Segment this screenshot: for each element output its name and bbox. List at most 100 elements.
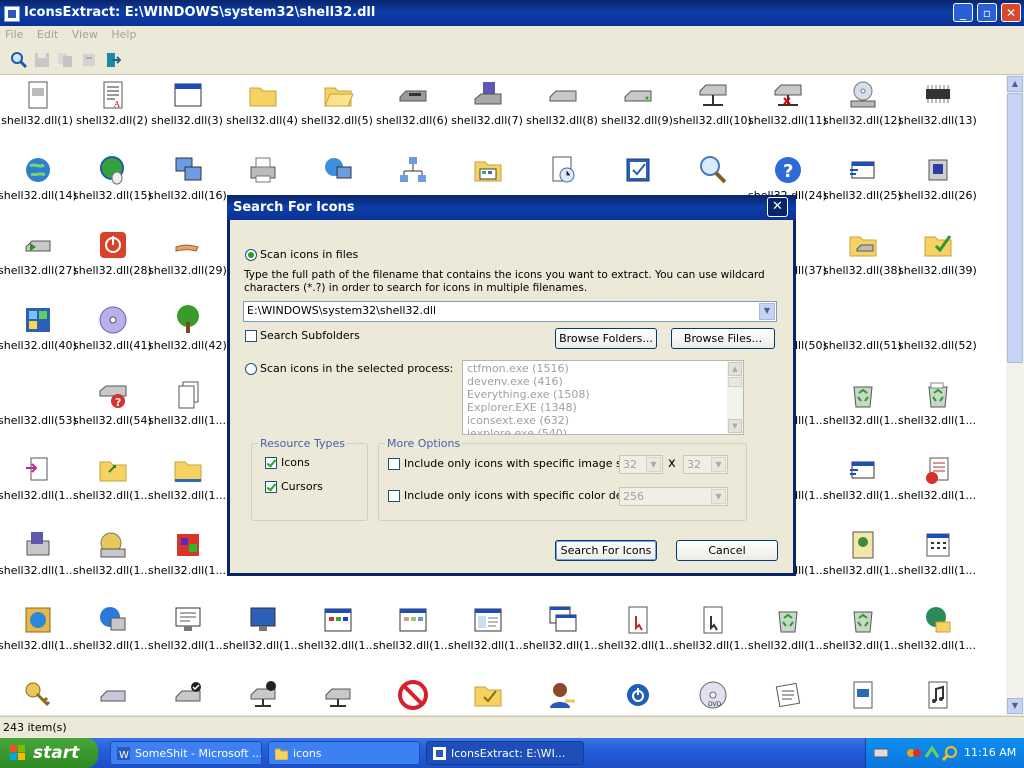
menu-file[interactable]: File: [0, 26, 28, 41]
list-item[interactable]: shell32.dll(1...: [823, 450, 901, 510]
list-item[interactable]: shell32.dll(8): [525, 75, 599, 135]
menu-view[interactable]: View: [67, 26, 103, 41]
cursors-checkbox[interactable]: [265, 481, 277, 493]
list-item[interactable]: shell32.dll(25): [823, 150, 901, 210]
list-item[interactable]: shell32.dll(53): [0, 375, 76, 435]
list-item[interactable]: shell32.dll(1...: [898, 375, 976, 435]
list-item[interactable]: [150, 675, 224, 715]
list-item[interactable]: shell32.dll(9): [600, 75, 674, 135]
taskbar-item-iconsextract[interactable]: IconsExtract: E:\WI...: [426, 741, 584, 765]
list-item[interactable]: shell32.dll(14): [0, 150, 76, 210]
list-item[interactable]: shell32.dll(1...: [673, 600, 751, 660]
list-item[interactable]: [300, 675, 374, 715]
list-item[interactable]: Ashell32.dll(2): [75, 75, 149, 135]
list-item[interactable]: shell32.dll(1...: [73, 600, 151, 660]
list-item[interactable]: shell32.dll(1...: [373, 600, 451, 660]
tray-search-icon[interactable]: [942, 745, 958, 761]
scroll-thumb[interactable]: [1007, 93, 1023, 363]
list-item[interactable]: shell32.dll(13): [898, 75, 976, 135]
list-item[interactable]: [900, 675, 974, 715]
list-item[interactable]: shell32.dll(3): [150, 75, 224, 135]
scroll-up-icon[interactable]: ▲: [728, 362, 742, 376]
list-item[interactable]: [450, 675, 524, 715]
list-item[interactable]: shell32.dll(26): [898, 150, 976, 210]
list-item[interactable]: Everything.exe (1508): [467, 388, 590, 401]
search-subfolders-checkbox[interactable]: [245, 330, 257, 342]
image-width-select[interactable]: 32 ▼: [619, 455, 663, 474]
list-item[interactable]: shell32.dll(16): [148, 150, 226, 210]
list-item[interactable]: shell32.dll(1...: [823, 375, 901, 435]
keyboard-icon[interactable]: [874, 746, 888, 760]
list-item[interactable]: [225, 675, 299, 715]
list-item[interactable]: shell32.dll(12): [823, 75, 901, 135]
taskbar-item-icons[interactable]: icons: [268, 741, 420, 765]
list-item[interactable]: shell32.dll(7): [450, 75, 524, 135]
scroll-up-icon[interactable]: ▲: [1007, 76, 1023, 92]
list-item[interactable]: shell32.dll(41): [73, 300, 151, 360]
list-item[interactable]: iexplore.exe (540): [467, 427, 567, 434]
properties-icon[interactable]: [80, 51, 98, 69]
list-item[interactable]: shell32.dll(1...: [0, 600, 76, 660]
menu-edit[interactable]: Edit: [32, 26, 63, 41]
network-tray-icon[interactable]: [924, 745, 940, 761]
list-item[interactable]: DVD: [675, 675, 749, 715]
list-item[interactable]: shell32.dll(1...: [148, 600, 226, 660]
search-icon[interactable]: [10, 51, 28, 69]
list-item[interactable]: shell32.dll(39): [898, 225, 976, 285]
list-item[interactable]: shell32.dll(5): [300, 75, 374, 135]
list-item[interactable]: shell32.dll(42): [148, 300, 226, 360]
butterfly-icon[interactable]: [906, 745, 922, 761]
list-item[interactable]: shell32.dll(1...: [448, 600, 526, 660]
taskbar-item-word[interactable]: W SomeShit - Microsoft ...: [110, 741, 262, 765]
chevron-down-icon[interactable]: ▼: [711, 457, 726, 472]
list-item[interactable]: shell32.dll(6): [375, 75, 449, 135]
list-item[interactable]: shell32.dll(38): [823, 225, 901, 285]
list-item[interactable]: shell32.dll(1...: [523, 600, 601, 660]
save-icon[interactable]: [33, 51, 51, 69]
list-item[interactable]: shell32.dll(1...: [823, 525, 901, 585]
list-item[interactable]: shell32.dll(52): [898, 300, 976, 360]
chevron-down-icon[interactable]: ▼: [759, 303, 775, 320]
list-item[interactable]: shell32.dll(51): [823, 300, 901, 360]
vertical-scrollbar[interactable]: ▲ ▼: [1006, 75, 1024, 715]
list-item[interactable]: shell32.dll(1...: [0, 525, 76, 585]
close-button[interactable]: ✕: [1001, 3, 1021, 22]
list-item[interactable]: shell32.dll(1...: [0, 450, 76, 510]
list-item[interactable]: shell32.dll(40): [0, 300, 76, 360]
list-item[interactable]: shell32.dll(1...: [898, 600, 976, 660]
process-list-scrollbar[interactable]: ▲ ▼: [727, 361, 743, 434]
browse-folders-button[interactable]: Browse Folders...: [555, 328, 657, 349]
list-item[interactable]: shell32.dll(1...: [223, 600, 301, 660]
list-item[interactable]: [825, 675, 899, 715]
list-item[interactable]: shell32.dll(28): [73, 225, 151, 285]
browse-files-button[interactable]: Browse Files...: [671, 328, 775, 349]
minimize-button[interactable]: _: [953, 3, 973, 22]
list-item[interactable]: shell32.dll(1...: [73, 525, 151, 585]
list-item[interactable]: Explorer.EXE (1348): [467, 401, 577, 414]
list-item[interactable]: shell32.dll(1...: [748, 600, 826, 660]
list-item[interactable]: shell32.dll(1...: [898, 525, 976, 585]
search-for-icons-button[interactable]: Search For Icons: [555, 540, 657, 561]
cancel-button[interactable]: Cancel: [676, 540, 778, 561]
list-item[interactable]: shell32.dll(1...: [823, 600, 901, 660]
dialog-close-button[interactable]: ✕: [767, 197, 788, 217]
list-item[interactable]: ? shell32.dll(54): [73, 375, 151, 435]
list-item[interactable]: shell32.dll(4): [225, 75, 299, 135]
scan-files-radio[interactable]: [245, 249, 257, 261]
list-item[interactable]: shell32.dll(11): [748, 75, 826, 135]
chevron-down-icon[interactable]: ▼: [646, 457, 661, 472]
file-path-combo[interactable]: E:\WINDOWS\system32\shell32.dll ▼: [243, 301, 777, 322]
list-item[interactable]: shell32.dll(10): [673, 75, 751, 135]
list-item[interactable]: iconsext.exe (632): [467, 414, 569, 427]
scan-process-radio[interactable]: [245, 363, 257, 375]
list-item[interactable]: [375, 675, 449, 715]
scroll-thumb[interactable]: [728, 377, 742, 387]
list-item[interactable]: shell32.dll(1...: [598, 600, 676, 660]
list-item[interactable]: shell32.dll(1...: [148, 450, 226, 510]
scroll-down-icon[interactable]: ▼: [728, 419, 742, 433]
process-list[interactable]: ctfmon.exe (1516) devenv.exe (416) Every…: [462, 360, 744, 435]
list-item[interactable]: devenv.exe (416): [467, 375, 563, 388]
list-item[interactable]: shell32.dll(1...: [148, 375, 226, 435]
color-depth-checkbox[interactable]: [388, 490, 400, 502]
list-item[interactable]: shell32.dll(1...: [148, 525, 226, 585]
